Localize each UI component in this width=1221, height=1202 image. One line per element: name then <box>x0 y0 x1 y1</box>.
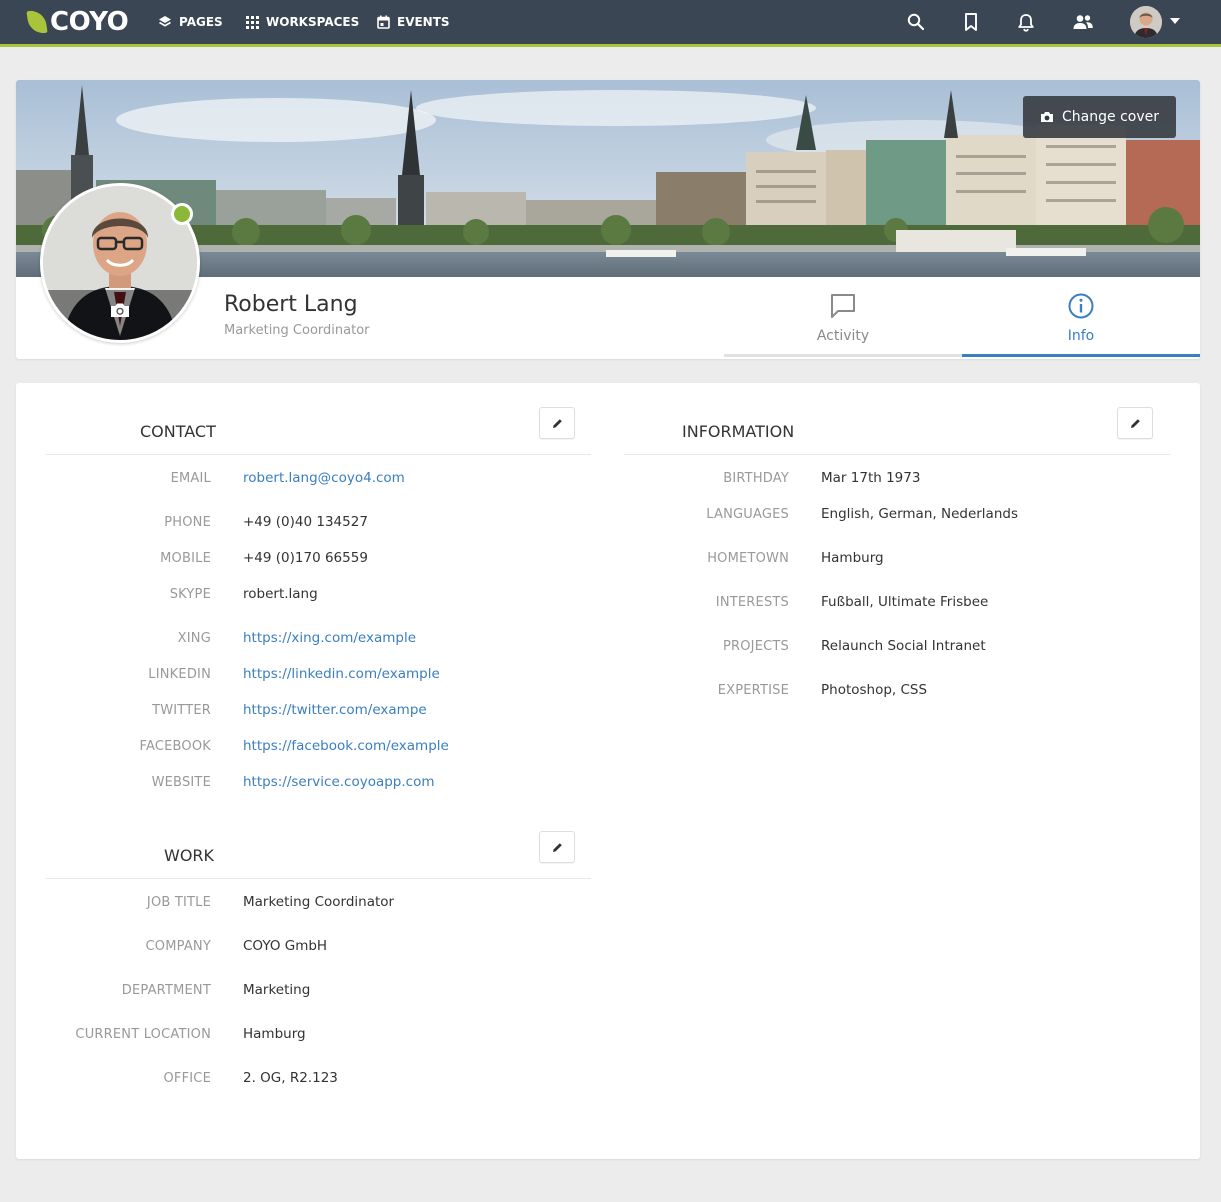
contact-label-facebook: FACEBOOK <box>139 739 211 754</box>
info-hometown-value: Hamburg <box>821 550 884 566</box>
work-department-value: Marketing <box>243 982 311 998</box>
contact-phone-value: +49 (0)40 134527 <box>243 514 368 530</box>
search-icon[interactable] <box>904 10 928 34</box>
contact-label-linkedin: LINKEDIN <box>148 667 211 682</box>
calendar-icon <box>377 15 390 29</box>
edit-work-button[interactable] <box>539 831 575 863</box>
contact-skype-value: robert.lang <box>243 586 318 602</box>
leaf-logo-icon <box>26 8 48 36</box>
contact-twitter-link[interactable]: https://twitter.com/exampe <box>243 702 427 718</box>
contact-linkedin-link[interactable]: https://linkedin.com/example <box>243 666 440 682</box>
info-circle-icon <box>1068 293 1094 319</box>
profile-info-card: CONTACT EMAIL robert.lang@coyo4.com PHON… <box>16 383 1200 1159</box>
work-label-office: OFFICE <box>163 1071 211 1086</box>
coyo-logo[interactable]: COYO <box>26 6 129 38</box>
nav-pages[interactable]: PAGES <box>158 0 223 44</box>
work-job-title-value: Marketing Coordinator <box>243 894 395 910</box>
contact-mobile-value: +49 (0)170 66559 <box>243 550 368 566</box>
edit-contact-button[interactable] <box>539 407 575 439</box>
contact-label-skype: SKYPE <box>169 587 211 602</box>
tab-activity[interactable]: Activity <box>724 277 962 357</box>
work-label-company: COMPANY <box>145 939 211 954</box>
avatar-thumbnail-icon <box>1130 6 1162 38</box>
contact-label-mobile: MOBILE <box>160 551 211 566</box>
info-expertise-value: Photoshop, CSS <box>821 682 928 698</box>
camera-icon <box>111 303 129 317</box>
information-divider <box>624 454 1170 455</box>
contact-label-website: WEBSITE <box>151 775 211 790</box>
nav-events-label: EVENTS <box>397 15 450 29</box>
bell-icon[interactable] <box>1014 10 1038 34</box>
user-menu-caret-icon[interactable] <box>1170 18 1180 24</box>
bookmark-icon[interactable] <box>959 10 983 34</box>
nav-workspaces[interactable]: WORKSPACES <box>246 0 359 44</box>
nav-pages-label: PAGES <box>179 15 223 29</box>
layers-icon <box>159 16 171 27</box>
profile-role: Marketing Coordinator <box>224 323 370 338</box>
contact-label-email: EMAIL <box>170 471 211 486</box>
info-languages-value: English, German, Nederlands <box>821 506 1018 522</box>
tab-info[interactable]: Info <box>962 277 1200 357</box>
pencil-icon <box>1130 418 1140 428</box>
info-label-expertise: EXPERTISE <box>717 683 789 698</box>
info-interests-value: Fußball, Ultimate Frisbee <box>821 594 989 610</box>
profile-header-card: Change cover Robert Lang Marketing Coord… <box>16 80 1200 359</box>
camera-icon <box>1041 112 1054 122</box>
info-label-birthday: BIRTHDAY <box>723 471 789 486</box>
logo-text: COYO <box>50 7 129 37</box>
work-label-department: DEPARTMENT <box>121 983 211 998</box>
work-label-job-title: JOB TITLE <box>146 895 211 910</box>
work-current-location-value: Hamburg <box>243 1026 306 1042</box>
people-icon[interactable] <box>1071 10 1095 34</box>
info-label-interests: INTERESTS <box>715 595 789 610</box>
contact-divider <box>46 454 591 455</box>
nav-events[interactable]: EVENTS <box>377 0 450 44</box>
contact-website-link[interactable]: https://service.coyoapp.com <box>243 774 435 790</box>
tab-activity-label: Activity <box>816 328 870 344</box>
online-status-badge <box>171 203 193 225</box>
contact-email-link[interactable]: robert.lang@coyo4.com <box>243 470 405 486</box>
edit-information-button[interactable] <box>1117 407 1153 439</box>
contact-section-title: CONTACT <box>140 422 216 441</box>
contact-facebook-link[interactable]: https://facebook.com/example <box>243 738 449 754</box>
contact-label-twitter: TWITTER <box>152 703 211 718</box>
info-birthday-value: Mar 17th 1973 <box>821 470 921 486</box>
work-label-current-location: CURRENT LOCATION <box>75 1027 211 1042</box>
contact-label-phone: PHONE <box>164 515 211 530</box>
change-avatar-button[interactable] <box>43 290 197 340</box>
speech-bubble-icon <box>831 294 855 318</box>
info-projects-value: Relaunch Social Intranet <box>821 638 986 654</box>
user-avatar-menu[interactable] <box>1130 6 1162 38</box>
info-label-projects: PROJECTS <box>722 639 789 654</box>
change-cover-button[interactable]: Change cover <box>1023 96 1176 138</box>
pencil-icon <box>552 842 562 852</box>
grid-icon <box>246 15 259 29</box>
information-section-title: INFORMATION <box>682 422 795 441</box>
tab-info-label: Info <box>1067 328 1095 344</box>
info-label-languages: LANGUAGES <box>706 507 789 522</box>
work-divider <box>46 878 591 879</box>
contact-xing-link[interactable]: https://xing.com/example <box>243 630 416 646</box>
info-label-hometown: HOMETOWN <box>707 551 789 566</box>
work-section-title: WORK <box>164 846 215 865</box>
top-navbar: COYO PAGES WORKSPACES EVENTS <box>0 0 1221 44</box>
pencil-icon <box>552 418 562 428</box>
work-office-value: 2. OG, R2.123 <box>243 1070 338 1086</box>
profile-name: Robert Lang <box>224 292 358 317</box>
change-cover-label: Change cover <box>1062 109 1159 125</box>
nav-workspaces-label: WORKSPACES <box>266 15 360 29</box>
work-company-value: COYO GmbH <box>243 938 328 954</box>
contact-label-xing: XING <box>177 631 211 646</box>
navbar-accent-line <box>0 44 1221 47</box>
